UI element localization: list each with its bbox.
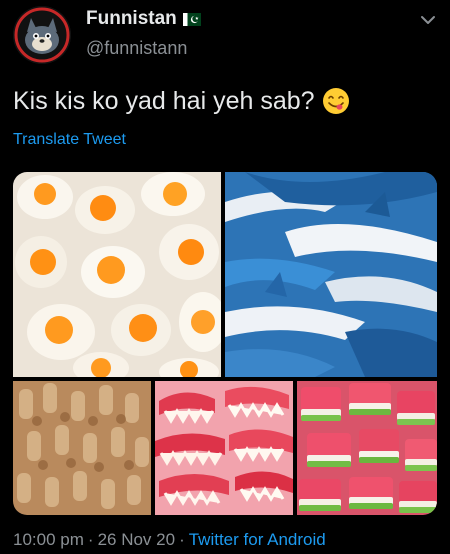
meta-separator: · <box>87 530 94 549</box>
translate-tweet-link[interactable]: Translate Tweet <box>13 131 126 149</box>
media-grid[interactable] <box>13 172 437 515</box>
tweet-time[interactable]: 10:00 pm <box>13 530 84 549</box>
vampire-teeth-gummies-image[interactable] <box>155 381 293 515</box>
tweet-meta: 10:00 pm · 26 Nov 20 · Twitter for Android <box>13 530 326 550</box>
avatar[interactable] <box>13 6 71 64</box>
display-name[interactable]: Funnistan <box>86 8 201 30</box>
tweet-body: Kis kis ko yad hai yeh sab? <box>13 86 315 115</box>
cola-bottle-gummies-image[interactable] <box>13 381 151 515</box>
face-savoring-food-emoji <box>322 88 349 114</box>
cartoon-cat-avatar-icon <box>13 6 71 64</box>
pakistan-flag-icon <box>182 12 201 26</box>
meta-separator: · <box>179 530 185 549</box>
tweet-text: Kis kis ko yad hai yeh sab? <box>13 86 351 116</box>
shark-gummies-image[interactable] <box>225 172 437 377</box>
tweet-source[interactable]: Twitter for Android <box>189 530 326 549</box>
tweet-date[interactable]: 26 Nov 20 <box>98 530 176 549</box>
fried-egg-gummies-image[interactable] <box>13 172 221 377</box>
user-handle[interactable]: @funnistann <box>86 38 187 59</box>
display-name-text: Funnistan <box>86 8 177 29</box>
watermelon-slice-gummies-image[interactable] <box>297 381 437 515</box>
chevron-down-icon[interactable] <box>420 12 436 28</box>
